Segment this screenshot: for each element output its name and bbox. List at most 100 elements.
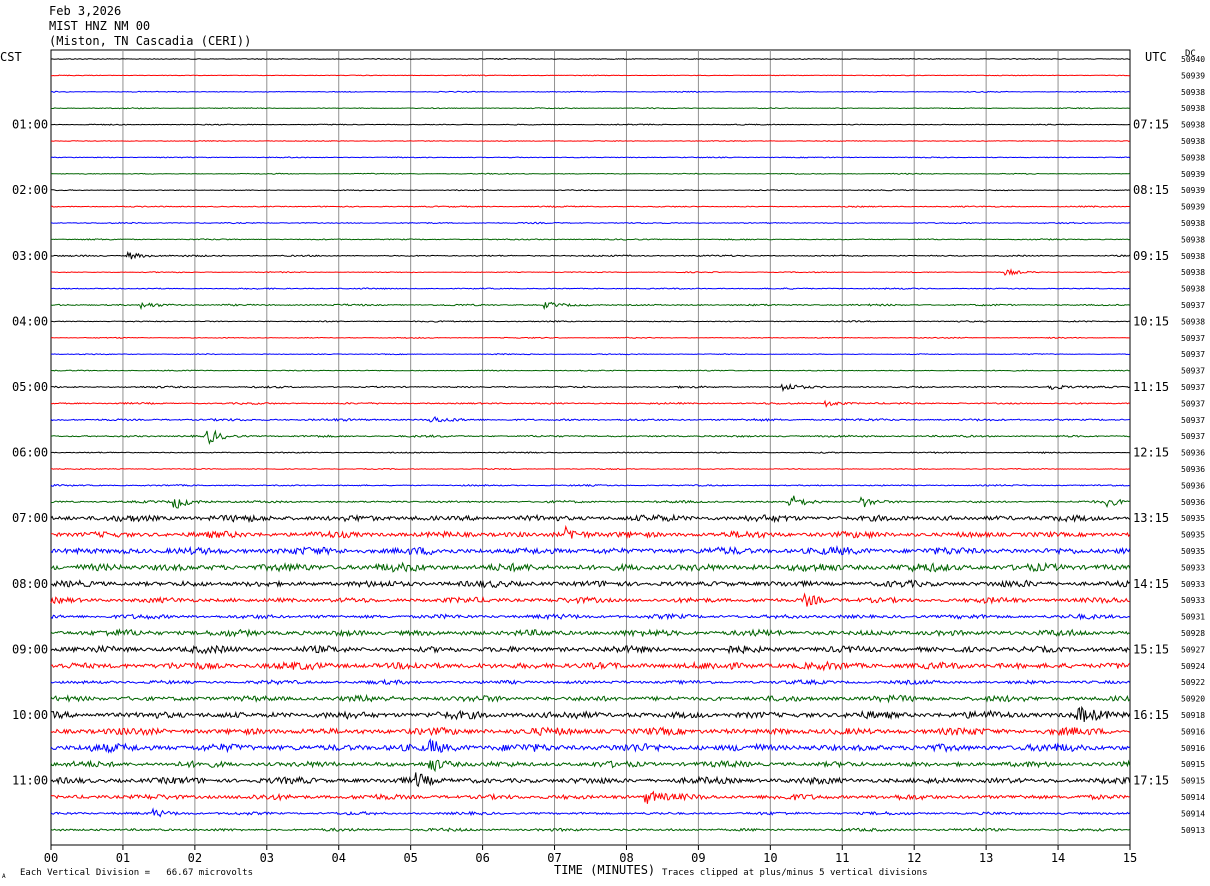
seismic-trace <box>50 57 1130 61</box>
seismic-trace <box>50 205 1130 208</box>
x-tick-label: 11 <box>835 851 849 865</box>
utc-hour-label: 13:15 <box>1133 511 1169 525</box>
x-tick-label: 14 <box>1051 851 1065 865</box>
seismic-trace <box>50 790 1130 804</box>
dc-offset-value: 50938 <box>1181 317 1205 326</box>
cst-hour-label: 08:00 <box>12 577 48 591</box>
seismic-trace <box>50 287 1130 290</box>
utc-hour-label: 15:15 <box>1133 642 1169 656</box>
seismic-trace <box>50 156 1131 159</box>
cst-hour-label: 06:00 <box>12 446 48 460</box>
cst-hour-label: 10:00 <box>12 708 48 722</box>
cst-hour-label: 05:00 <box>12 380 48 394</box>
plot-frame <box>50 49 1131 846</box>
seismic-trace <box>50 644 1130 655</box>
corner-mark: A <box>2 873 6 880</box>
dc-offset-value: 50937 <box>1181 399 1205 408</box>
seismic-trace <box>50 660 1131 672</box>
cst-hour-label: 03:00 <box>12 249 48 263</box>
seismic-trace <box>50 612 1130 621</box>
dc-offset-value: 50920 <box>1181 695 1205 704</box>
seismic-trace <box>50 301 1130 311</box>
dc-offset-value: 50938 <box>1181 121 1205 130</box>
helicorder-plot: 00 01 02 03 04 05 06 07 08 09 10 11 12 13 14 1550940509… <box>12 49 1205 865</box>
cst-hour-label: 02:00 <box>12 183 48 197</box>
cst-hour-label: 11:00 <box>12 774 48 788</box>
x-tick-label: 10 <box>763 851 777 865</box>
seismic-trace <box>50 759 1131 773</box>
dc-offset-value: 50938 <box>1181 104 1205 113</box>
seismic-trace <box>51 74 1130 77</box>
dc-offset-value: 50931 <box>1181 613 1205 622</box>
dc-offset-value: 50936 <box>1181 498 1205 507</box>
seismic-trace <box>50 123 1130 126</box>
seismic-trace <box>51 524 1131 540</box>
x-tick-label: 06 <box>475 851 489 865</box>
dc-offset-value: 50915 <box>1181 760 1205 769</box>
cst-hour-label: 01:00 <box>12 118 48 132</box>
dc-offset-value: 50937 <box>1181 383 1205 392</box>
seismic-trace <box>50 238 1130 241</box>
seismic-trace <box>50 467 1130 471</box>
dc-offset-value: 50938 <box>1181 285 1205 294</box>
dc-offset-value: 50936 <box>1181 449 1205 458</box>
dc-offset-value: 50936 <box>1181 481 1205 490</box>
seismic-trace <box>50 483 1130 488</box>
seismic-trace <box>50 693 1131 704</box>
seismic-trace <box>50 221 1130 225</box>
cst-hour-label: 09:00 <box>12 642 48 656</box>
seismic-trace <box>50 579 1131 589</box>
seismic-trace <box>50 772 1131 788</box>
seismic-trace <box>50 140 1130 142</box>
dc-offset-value: 50916 <box>1181 727 1205 736</box>
dc-offset-value: 50939 <box>1181 170 1205 179</box>
seismic-trace <box>50 705 1131 723</box>
seismic-trace <box>50 250 1131 260</box>
dc-offset-value: 50933 <box>1181 580 1205 589</box>
dc-offset-value: 50938 <box>1181 88 1205 97</box>
utc-hour-label: 08:15 <box>1133 183 1169 197</box>
seismic-trace <box>50 513 1131 524</box>
x-tick-label: 01 <box>116 851 130 865</box>
utc-hour-label: 11:15 <box>1133 380 1169 394</box>
utc-hour-label: 16:15 <box>1133 708 1169 722</box>
dc-offset-value: 50938 <box>1181 137 1205 146</box>
seismic-trace <box>50 738 1130 754</box>
seismic-trace <box>51 189 1130 192</box>
seismic-trace <box>50 678 1131 686</box>
dc-offset-value: 50937 <box>1181 350 1205 359</box>
seismic-trace <box>50 353 1130 356</box>
seismic-trace <box>50 336 1130 339</box>
cst-hour-label: 07:00 <box>12 511 48 525</box>
seismic-trace <box>50 369 1130 372</box>
seismic-trace <box>50 320 1130 323</box>
dc-offset-value: 50914 <box>1181 793 1205 802</box>
seismic-trace <box>50 592 1130 607</box>
seismic-trace <box>50 429 1130 445</box>
seismic-trace <box>51 382 1131 393</box>
x-axis-title: TIME (MINUTES) <box>554 863 656 877</box>
seismic-trace <box>50 172 1130 175</box>
dc-offset-value: 50933 <box>1181 596 1205 605</box>
seismic-trace <box>50 827 1131 833</box>
dc-offset-value: 50937 <box>1181 432 1205 441</box>
dc-offset-value: 50940 <box>1181 55 1205 64</box>
dc-offset-value: 50927 <box>1181 645 1205 654</box>
dc-offset-value: 50935 <box>1181 547 1205 556</box>
x-tick-label: 02 <box>188 851 202 865</box>
x-tick-label: 04 <box>332 851 346 865</box>
utc-hour-label: 10:15 <box>1133 314 1169 328</box>
x-tick-label: 15 <box>1123 851 1137 865</box>
seismic-trace <box>50 628 1131 638</box>
x-tick-label: 09 <box>691 851 705 865</box>
seismic-trace <box>50 807 1131 818</box>
dc-offset-value: 50938 <box>1181 235 1205 244</box>
utc-hour-label: 12:15 <box>1133 446 1169 460</box>
dc-offset-value: 50918 <box>1181 711 1205 720</box>
x-tick-label: 03 <box>260 851 274 865</box>
seismic-trace <box>50 561 1131 573</box>
dc-offset-value: 50933 <box>1181 563 1205 572</box>
x-tick-label: 00 <box>44 851 58 865</box>
dc-offset-value: 50913 <box>1181 826 1205 835</box>
seismic-trace <box>50 495 1130 509</box>
